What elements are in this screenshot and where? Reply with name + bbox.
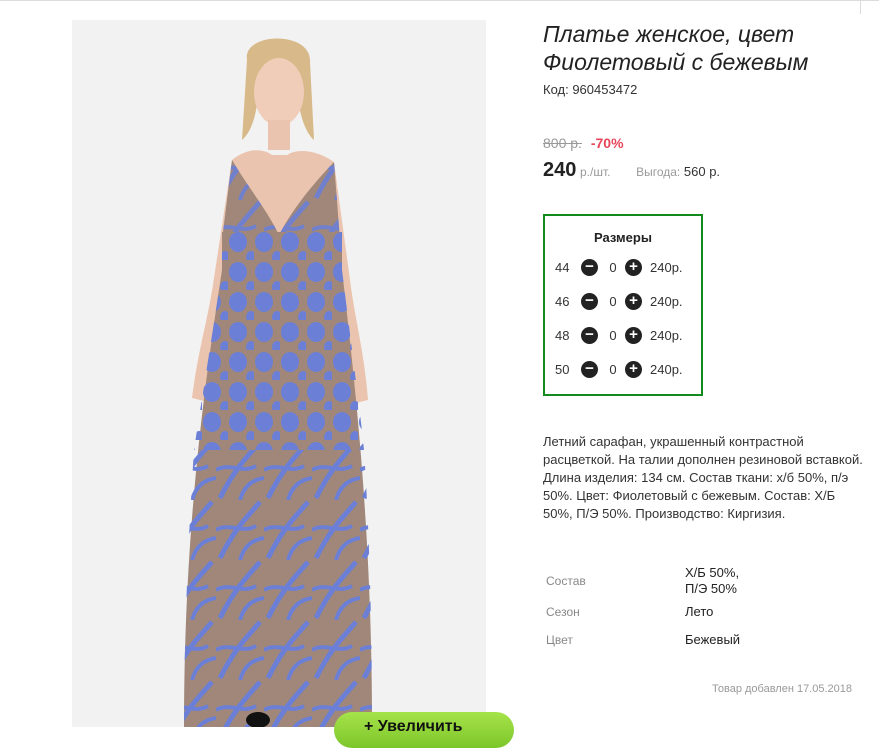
plus-circle-icon[interactable]: + bbox=[625, 259, 642, 276]
size-label: 46 bbox=[555, 294, 570, 309]
quantity-value: 0 bbox=[609, 260, 617, 275]
current-price: 240 bbox=[543, 159, 577, 181]
size-price: 240р. bbox=[650, 362, 683, 377]
benefit-label: Выгода: bbox=[636, 165, 681, 179]
size-price: 240р. bbox=[650, 260, 683, 275]
product-code: Код: 960453472 bbox=[543, 82, 638, 97]
top-divider-end bbox=[860, 0, 861, 14]
plus-circle-icon[interactable]: + bbox=[625, 361, 642, 378]
product-description: Летний сарафан, украшенный контрастной р… bbox=[543, 434, 863, 521]
minus-circle-icon[interactable]: − bbox=[581, 259, 598, 276]
property-label: Сезон bbox=[546, 605, 580, 619]
property-value: Лето bbox=[685, 604, 714, 619]
added-date: Товар добавлен 17.05.2018 bbox=[712, 683, 853, 695]
property-label: Состав bbox=[546, 574, 586, 588]
product-title: Платье женское, цвет Фиолетовый с бежевы… bbox=[543, 21, 809, 75]
old-price: 800 р. bbox=[543, 135, 582, 151]
minus-circle-icon[interactable]: − bbox=[581, 293, 598, 310]
zoom-button[interactable]: + Увеличить bbox=[334, 712, 514, 748]
top-divider bbox=[0, 0, 879, 1]
quantity-value: 0 bbox=[609, 362, 617, 377]
property-value: Х/Б 50%, П/Э 50% bbox=[685, 565, 739, 597]
minus-circle-icon[interactable]: − bbox=[581, 327, 598, 344]
size-price: 240р. bbox=[650, 294, 683, 309]
size-label: 48 bbox=[555, 328, 570, 343]
size-label: 50 bbox=[555, 362, 570, 377]
size-label: 44 bbox=[555, 260, 570, 275]
plus-circle-icon[interactable]: + bbox=[625, 293, 642, 310]
dress-model-image bbox=[184, 38, 372, 727]
plus-circle-icon[interactable]: + bbox=[625, 327, 642, 344]
product-photo[interactable] bbox=[72, 20, 486, 727]
property-value: Бежевый bbox=[685, 632, 741, 647]
property-value-line: П/Э 50% bbox=[685, 581, 737, 596]
sizes-title: Размеры bbox=[594, 230, 652, 245]
old-price-row: 800 р. -70% bbox=[543, 135, 624, 151]
property-value-line: Х/Б 50%, bbox=[685, 565, 740, 580]
size-price: 240р. bbox=[650, 328, 683, 343]
price-row: 240 р./шт. Выгода: 560 р. bbox=[543, 159, 720, 182]
quantity-value: 0 bbox=[609, 294, 617, 309]
minus-circle-icon[interactable]: − bbox=[581, 361, 598, 378]
price-unit: р./шт. bbox=[580, 165, 611, 179]
quantity-value: 0 bbox=[609, 328, 617, 343]
benefit-value: 560 р. bbox=[683, 164, 721, 179]
property-label: Цвет bbox=[546, 633, 573, 647]
sizes-panel: Размеры 44 − 0 + 240р. 46 − 0 + 240р. 48… bbox=[543, 214, 703, 396]
discount-badge: -70% bbox=[590, 135, 624, 151]
